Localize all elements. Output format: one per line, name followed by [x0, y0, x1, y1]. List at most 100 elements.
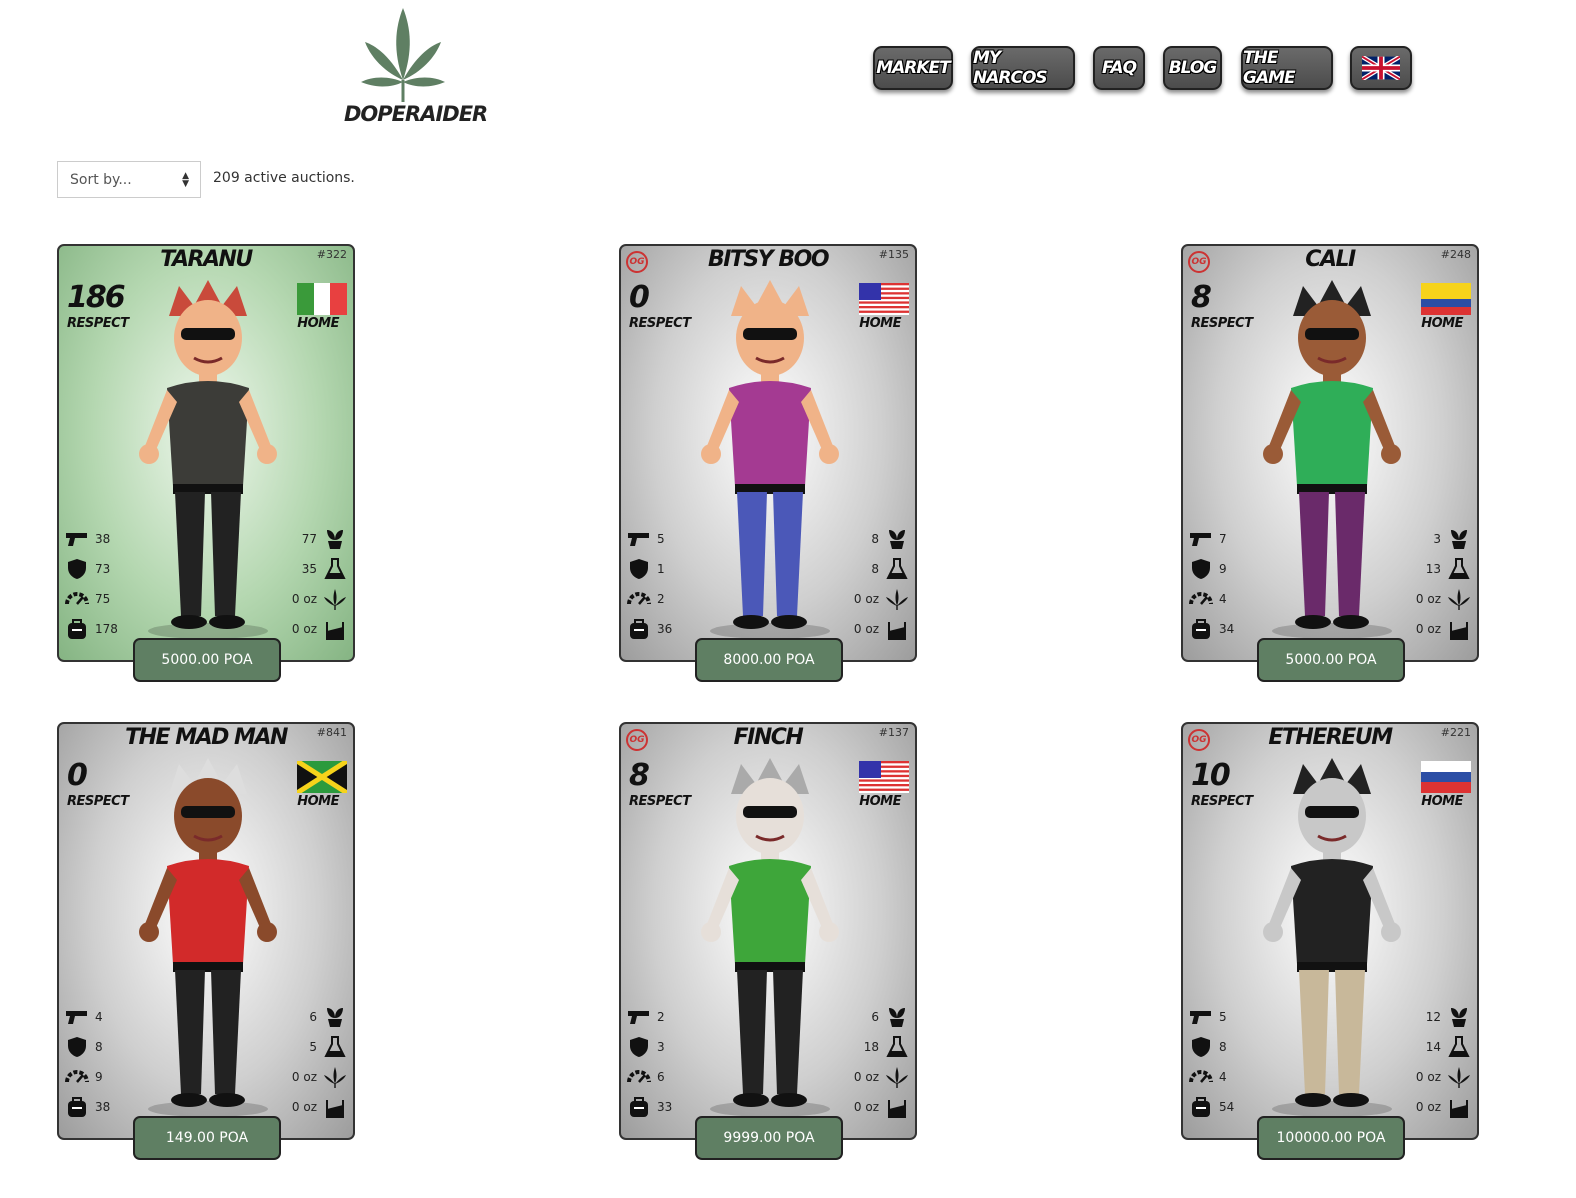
- attack-stat: 38: [65, 528, 110, 550]
- chemistry-stat: 8: [871, 558, 909, 580]
- potted-plant-icon: [889, 1008, 905, 1027]
- defense-value: 8: [95, 1040, 103, 1054]
- backpack-icon: [630, 619, 648, 639]
- chemistry-value: 35: [301, 562, 317, 576]
- potted-plant-icon: [889, 530, 905, 549]
- speedometer-icon: [65, 1070, 89, 1083]
- respect-value: 10: [1191, 758, 1231, 793]
- character-portrait: [139, 280, 277, 639]
- home-flag-icon: [297, 283, 347, 315]
- backpack-icon: [1192, 619, 1210, 639]
- nav-faq-button[interactable]: FAQ: [1093, 46, 1145, 90]
- weed-stat: 0 oz: [1416, 1066, 1471, 1088]
- attack-stat: 7: [1189, 528, 1227, 550]
- narco-card-5[interactable]: OG ETHEREUM #221 10 RESPECT HOME 5 8 4 5…: [1181, 722, 1479, 1160]
- plant-stat: 8: [871, 528, 909, 550]
- product-bag-icon: [888, 622, 906, 640]
- price-button[interactable]: 9999.00 POA: [695, 1116, 843, 1160]
- nav-my-narcos-button[interactable]: MY NARCOS: [971, 46, 1075, 90]
- weed-value: 0 oz: [1415, 1070, 1441, 1084]
- weed-value: 0 oz: [853, 592, 879, 606]
- flask-icon: [324, 1036, 346, 1057]
- flask-icon: [1448, 558, 1470, 579]
- card-id: #221: [1440, 726, 1471, 739]
- card-name: CALI: [1305, 247, 1356, 272]
- plant-value: 6: [871, 1010, 879, 1024]
- card-name: BITSY BOO: [707, 247, 830, 272]
- plant-stat: 3: [1433, 528, 1471, 550]
- main-nav: MARKET MY NARCOS FAQ BLOG THE GAME: [0, 46, 1576, 94]
- card-id: #322: [316, 248, 347, 261]
- auction-count: 209 active auctions.: [213, 170, 355, 186]
- capacity-stat: 54: [1189, 1096, 1234, 1118]
- price-button[interactable]: 100000.00 POA: [1257, 1116, 1405, 1160]
- speedometer-icon: [65, 592, 89, 605]
- gun-icon: [628, 533, 649, 546]
- attack-stat: 4: [65, 1006, 103, 1028]
- product-bag-icon: [326, 1100, 344, 1118]
- chemistry-value: 18: [863, 1040, 879, 1054]
- home-flag-icon: [1421, 761, 1471, 793]
- chemistry-value: 14: [1425, 1040, 1441, 1054]
- coke-value: 0 oz: [1415, 1100, 1441, 1114]
- defense-stat: 8: [1189, 1036, 1227, 1058]
- defense-stat: 8: [65, 1036, 103, 1058]
- potted-plant-icon: [1451, 1008, 1467, 1027]
- capacity-stat: 36: [627, 618, 672, 640]
- price-button[interactable]: 149.00 POA: [133, 1116, 281, 1160]
- price-button[interactable]: 5000.00 POA: [133, 638, 281, 682]
- product-bag-icon: [1450, 1100, 1468, 1118]
- defense-stat: 9: [1189, 558, 1227, 580]
- flask-icon: [1448, 1036, 1470, 1057]
- plant-value: 3: [1433, 532, 1441, 546]
- narco-card-2[interactable]: OG CALI #248 8 RESPECT HOME 7 9 4 34 3 1…: [1181, 244, 1479, 682]
- capacity-stat: 178: [65, 618, 118, 640]
- narco-card-4[interactable]: OG FINCH #137 8 RESPECT HOME 2 3 6 33 6 …: [619, 722, 917, 1160]
- card-name: TARANU: [160, 247, 253, 272]
- attack-value: 7: [1219, 532, 1227, 546]
- potted-plant-icon: [327, 1008, 343, 1027]
- chemistry-stat: 35: [302, 558, 347, 580]
- narco-card-3[interactable]: OG THE MAD MAN #841 0 RESPECT HOME 4 8 9…: [57, 722, 355, 1160]
- cannabis-leaf-icon: [1448, 1067, 1470, 1088]
- speed-stat: 2: [627, 588, 665, 610]
- nav-blog-button[interactable]: BLOG: [1163, 46, 1222, 90]
- home-label: HOME: [297, 794, 339, 809]
- speed-value: 2: [657, 592, 665, 606]
- narco-card-1[interactable]: OG BITSY BOO #135 0 RESPECT HOME 5 1 2 3…: [619, 244, 917, 682]
- weed-value: 0 oz: [1415, 592, 1441, 606]
- weed-stat: 0 oz: [292, 588, 347, 610]
- defense-value: 3: [657, 1040, 665, 1054]
- speed-stat: 4: [1189, 588, 1227, 610]
- speed-stat: 9: [65, 1066, 103, 1088]
- attack-value: 5: [657, 532, 665, 546]
- attack-value: 38: [95, 532, 111, 546]
- speed-value: 6: [657, 1070, 665, 1084]
- narco-card-0[interactable]: OG TARANU #322 186 RESPECT HOME 38 73 75…: [57, 244, 355, 682]
- defense-stat: 1: [627, 558, 665, 580]
- capacity-stat: 38: [65, 1096, 110, 1118]
- coke-value: 0 oz: [291, 622, 317, 636]
- home-flag-icon: [297, 761, 347, 793]
- nav-the-game-button[interactable]: THE GAME: [1241, 46, 1333, 90]
- chemistry-stat: 13: [1426, 558, 1471, 580]
- home-label: HOME: [1421, 316, 1463, 331]
- card-name: THE MAD MAN: [125, 725, 288, 750]
- character-portrait: [1263, 758, 1401, 1117]
- plant-stat: 12: [1426, 1006, 1471, 1028]
- select-caret-icon: ▲ ▼: [182, 171, 189, 189]
- card-id: #135: [878, 248, 909, 261]
- respect-value: 186: [67, 280, 126, 315]
- attack-stat: 5: [627, 528, 665, 550]
- gun-icon: [66, 1011, 87, 1024]
- language-selector-button[interactable]: [1350, 46, 1412, 90]
- sort-select[interactable]: Sort by... ▲ ▼: [57, 161, 201, 198]
- chemistry-value: 8: [871, 562, 879, 576]
- capacity-value: 36: [657, 622, 673, 636]
- price-button[interactable]: 8000.00 POA: [695, 638, 843, 682]
- card-id: #137: [878, 726, 909, 739]
- home-flag-icon: [1421, 283, 1471, 315]
- price-button[interactable]: 5000.00 POA: [1257, 638, 1405, 682]
- nav-market-button[interactable]: MARKET: [873, 46, 953, 90]
- cannabis-leaf-icon: [1448, 589, 1470, 610]
